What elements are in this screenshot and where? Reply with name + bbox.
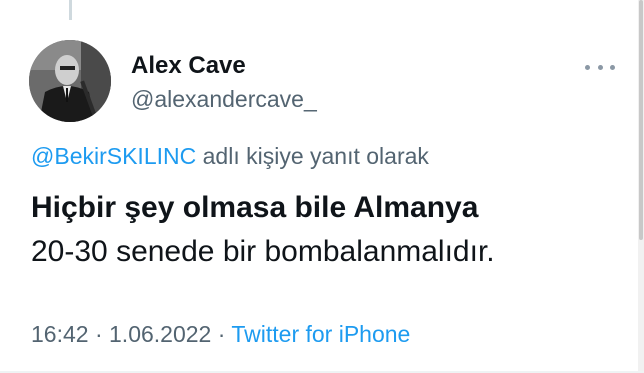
tweet-card: Alex Cave @alexandercave_ @BekirSKILINC … bbox=[0, 0, 644, 373]
avatar[interactable] bbox=[29, 40, 111, 122]
author-handle[interactable]: @alexandercave_ bbox=[131, 86, 317, 113]
reply-mention-link[interactable]: @BekirSKILINC bbox=[31, 143, 196, 169]
meta-separator: · bbox=[88, 321, 110, 347]
tweet-time[interactable]: 16:42 bbox=[31, 321, 89, 347]
more-options-icon[interactable] bbox=[585, 60, 615, 74]
tweet-source-link[interactable]: Twitter for iPhone bbox=[231, 321, 410, 347]
scrollbar-thumb[interactable] bbox=[639, 0, 643, 240]
more-dot bbox=[585, 64, 590, 70]
tweet-metadata: 16:42 · 1.06.2022 · Twitter for iPhone bbox=[31, 321, 410, 348]
tweet-text-line-1: Hiçbir şey olmasa bile Almanya bbox=[31, 191, 479, 224]
more-dot bbox=[610, 64, 615, 70]
author-display-name[interactable]: Alex Cave bbox=[131, 52, 246, 80]
meta-separator: · bbox=[211, 321, 232, 347]
tweet-date[interactable]: 1.06.2022 bbox=[109, 321, 211, 347]
tweet-text-line-2: 20-30 senede bir bombalanmalıdır. bbox=[31, 235, 495, 268]
reply-context: @BekirSKILINC adlı kişiye yanıt olarak bbox=[31, 143, 429, 170]
scrollbar-track[interactable] bbox=[638, 0, 644, 373]
reply-context-text: adlı kişiye yanıt olarak bbox=[196, 143, 429, 169]
tweet-text: Hiçbir şey olmasa bile Almanya 20-30 sen… bbox=[31, 188, 631, 272]
more-dot bbox=[597, 64, 603, 70]
profile-photo-icon bbox=[29, 40, 111, 122]
thread-connector-line bbox=[69, 0, 72, 20]
